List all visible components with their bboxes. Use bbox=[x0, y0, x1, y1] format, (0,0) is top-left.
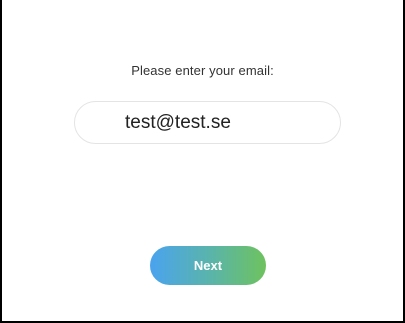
next-button[interactable]: Next bbox=[150, 246, 266, 285]
email-prompt-label: Please enter your email: bbox=[131, 63, 274, 78]
email-input[interactable] bbox=[125, 102, 325, 143]
email-field[interactable] bbox=[74, 101, 341, 144]
email-screen: Please enter your email: Next bbox=[0, 0, 405, 323]
